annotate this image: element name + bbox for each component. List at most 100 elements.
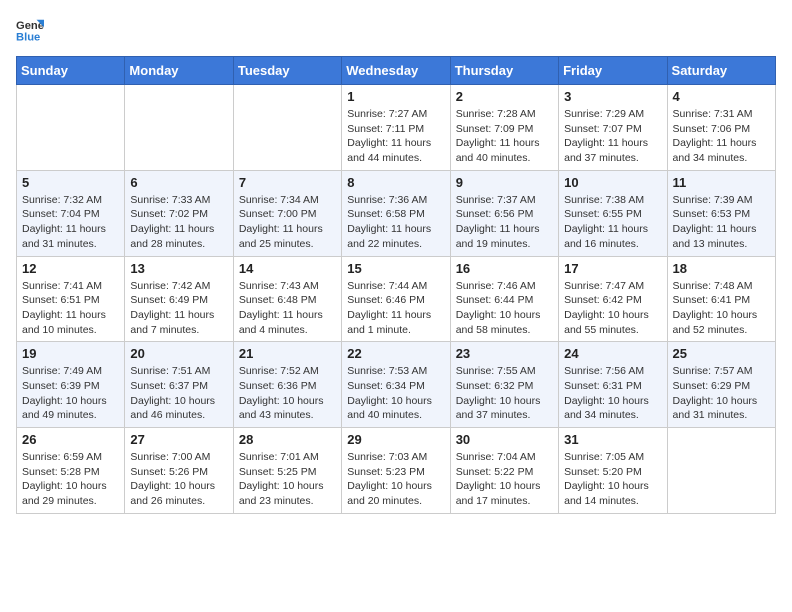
svg-text:Blue: Blue xyxy=(16,31,40,43)
day-info: Sunrise: 7:00 AM Sunset: 5:26 PM Dayligh… xyxy=(130,450,227,509)
day-info: Sunrise: 7:43 AM Sunset: 6:48 PM Dayligh… xyxy=(239,279,336,338)
calendar-cell: 29 Sunrise: 7:03 AM Sunset: 5:23 PM Dayli… xyxy=(342,428,450,514)
day-number: 27 xyxy=(130,432,227,447)
calendar-cell: 1Sunrise: 7:27 AM Sunset: 7:11 PM Daylig… xyxy=(342,85,450,171)
day-number: 7 xyxy=(239,175,336,190)
day-number: 22 xyxy=(347,346,444,361)
column-header-wednesday: Wednesday xyxy=(342,57,450,85)
calendar-week-row: 1Sunrise: 7:27 AM Sunset: 7:11 PM Daylig… xyxy=(17,85,776,171)
calendar-cell: 6 Sunrise: 7:33 AM Sunset: 7:02 PM Daylig… xyxy=(125,170,233,256)
calendar-cell: 9 Sunrise: 7:37 AM Sunset: 6:56 PM Daylig… xyxy=(450,170,558,256)
day-number: 30 xyxy=(456,432,553,447)
logo-icon: General Blue xyxy=(16,16,44,44)
calendar-week-row: 12 Sunrise: 7:41 AM Sunset: 6:51 PM Dayli… xyxy=(17,256,776,342)
calendar-week-row: 19 Sunrise: 7:49 AM Sunset: 6:39 PM Dayli… xyxy=(17,342,776,428)
day-info: Sunrise: 7:31 AM Sunset: 7:06 PM Dayligh… xyxy=(673,107,770,166)
calendar-cell: 28Sunrise: 7:01 AM Sunset: 5:25 PM Dayli… xyxy=(233,428,341,514)
day-number: 29 xyxy=(347,432,444,447)
calendar-cell: 26 Sunrise: 6:59 AM Sunset: 5:28 PM Dayli… xyxy=(17,428,125,514)
day-info: Sunrise: 7:44 AM Sunset: 6:46 PM Dayligh… xyxy=(347,279,444,338)
day-info: Sunrise: 7:47 AM Sunset: 6:42 PM Dayligh… xyxy=(564,279,661,338)
calendar-cell xyxy=(125,85,233,171)
calendar-cell xyxy=(17,85,125,171)
day-number: 16 xyxy=(456,261,553,276)
day-info: Sunrise: 7:52 AM Sunset: 6:36 PM Dayligh… xyxy=(239,364,336,423)
calendar-cell: 11 Sunrise: 7:39 AM Sunset: 6:53 PM Dayli… xyxy=(667,170,775,256)
day-info: Sunrise: 7:39 AM Sunset: 6:53 PM Dayligh… xyxy=(673,193,770,252)
calendar-cell: 19 Sunrise: 7:49 AM Sunset: 6:39 PM Dayli… xyxy=(17,342,125,428)
day-number: 28 xyxy=(239,432,336,447)
day-info: Sunrise: 7:27 AM Sunset: 7:11 PM Dayligh… xyxy=(347,107,444,166)
calendar-cell: 22 Sunrise: 7:53 AM Sunset: 6:34 PM Dayli… xyxy=(342,342,450,428)
calendar-cell: 15 Sunrise: 7:44 AM Sunset: 6:46 PM Dayli… xyxy=(342,256,450,342)
calendar-cell: 24 Sunrise: 7:56 AM Sunset: 6:31 PM Dayli… xyxy=(559,342,667,428)
day-info: Sunrise: 7:28 AM Sunset: 7:09 PM Dayligh… xyxy=(456,107,553,166)
column-header-saturday: Saturday xyxy=(667,57,775,85)
calendar-cell: 7 Sunrise: 7:34 AM Sunset: 7:00 PM Daylig… xyxy=(233,170,341,256)
day-info: Sunrise: 7:03 AM Sunset: 5:23 PM Dayligh… xyxy=(347,450,444,509)
day-info: Sunrise: 7:46 AM Sunset: 6:44 PM Dayligh… xyxy=(456,279,553,338)
calendar-cell: 8 Sunrise: 7:36 AM Sunset: 6:58 PM Daylig… xyxy=(342,170,450,256)
day-number: 14 xyxy=(239,261,336,276)
column-header-friday: Friday xyxy=(559,57,667,85)
calendar-week-row: 26 Sunrise: 6:59 AM Sunset: 5:28 PM Dayli… xyxy=(17,428,776,514)
day-info: Sunrise: 7:36 AM Sunset: 6:58 PM Dayligh… xyxy=(347,193,444,252)
day-number: 26 xyxy=(22,432,119,447)
calendar-cell: 31 Sunrise: 7:05 AM Sunset: 5:20 PM Dayli… xyxy=(559,428,667,514)
day-number: 19 xyxy=(22,346,119,361)
day-info: Sunrise: 7:32 AM Sunset: 7:04 PM Dayligh… xyxy=(22,193,119,252)
day-number: 17 xyxy=(564,261,661,276)
day-info: Sunrise: 7:49 AM Sunset: 6:39 PM Dayligh… xyxy=(22,364,119,423)
calendar-cell: 17 Sunrise: 7:47 AM Sunset: 6:42 PM Dayli… xyxy=(559,256,667,342)
day-number: 24 xyxy=(564,346,661,361)
day-number: 6 xyxy=(130,175,227,190)
day-info: Sunrise: 7:48 AM Sunset: 6:41 PM Dayligh… xyxy=(673,279,770,338)
day-number: 4 xyxy=(673,89,770,104)
day-number: 15 xyxy=(347,261,444,276)
day-number: 18 xyxy=(673,261,770,276)
calendar-header-row: SundayMondayTuesdayWednesdayThursdayFrid… xyxy=(17,57,776,85)
day-number: 9 xyxy=(456,175,553,190)
calendar-cell: 30 Sunrise: 7:04 AM Sunset: 5:22 PM Dayli… xyxy=(450,428,558,514)
day-info: Sunrise: 7:51 AM Sunset: 6:37 PM Dayligh… xyxy=(130,364,227,423)
day-info: Sunrise: 7:56 AM Sunset: 6:31 PM Dayligh… xyxy=(564,364,661,423)
day-info: Sunrise: 7:55 AM Sunset: 6:32 PM Dayligh… xyxy=(456,364,553,423)
day-number: 13 xyxy=(130,261,227,276)
day-info: Sunrise: 7:05 AM Sunset: 5:20 PM Dayligh… xyxy=(564,450,661,509)
day-number: 12 xyxy=(22,261,119,276)
day-number: 23 xyxy=(456,346,553,361)
calendar-cell: 10 Sunrise: 7:38 AM Sunset: 6:55 PM Dayli… xyxy=(559,170,667,256)
calendar-cell: 5 Sunrise: 7:32 AM Sunset: 7:04 PM Daylig… xyxy=(17,170,125,256)
day-number: 31 xyxy=(564,432,661,447)
column-header-thursday: Thursday xyxy=(450,57,558,85)
day-info: Sunrise: 7:41 AM Sunset: 6:51 PM Dayligh… xyxy=(22,279,119,338)
calendar-cell: 27 Sunrise: 7:00 AM Sunset: 5:26 PM Dayli… xyxy=(125,428,233,514)
day-info: Sunrise: 7:53 AM Sunset: 6:34 PM Dayligh… xyxy=(347,364,444,423)
day-info: Sunrise: 7:37 AM Sunset: 6:56 PM Dayligh… xyxy=(456,193,553,252)
day-info: Sunrise: 7:34 AM Sunset: 7:00 PM Dayligh… xyxy=(239,193,336,252)
day-info: Sunrise: 7:42 AM Sunset: 6:49 PM Dayligh… xyxy=(130,279,227,338)
calendar-cell: 16 Sunrise: 7:46 AM Sunset: 6:44 PM Dayli… xyxy=(450,256,558,342)
calendar-cell: 13 Sunrise: 7:42 AM Sunset: 6:49 PM Dayli… xyxy=(125,256,233,342)
calendar-cell: 12 Sunrise: 7:41 AM Sunset: 6:51 PM Dayli… xyxy=(17,256,125,342)
day-number: 10 xyxy=(564,175,661,190)
day-number: 8 xyxy=(347,175,444,190)
day-number: 11 xyxy=(673,175,770,190)
day-info: Sunrise: 7:29 AM Sunset: 7:07 PM Dayligh… xyxy=(564,107,661,166)
column-header-tuesday: Tuesday xyxy=(233,57,341,85)
day-number: 3 xyxy=(564,89,661,104)
day-info: Sunrise: 7:33 AM Sunset: 7:02 PM Dayligh… xyxy=(130,193,227,252)
day-number: 5 xyxy=(22,175,119,190)
column-header-monday: Monday xyxy=(125,57,233,85)
calendar: SundayMondayTuesdayWednesdayThursdayFrid… xyxy=(16,56,776,514)
day-info: Sunrise: 7:04 AM Sunset: 5:22 PM Dayligh… xyxy=(456,450,553,509)
day-number: 21 xyxy=(239,346,336,361)
calendar-cell xyxy=(667,428,775,514)
day-info: Sunrise: 7:57 AM Sunset: 6:29 PM Dayligh… xyxy=(673,364,770,423)
day-info: Sunrise: 7:38 AM Sunset: 6:55 PM Dayligh… xyxy=(564,193,661,252)
calendar-cell xyxy=(233,85,341,171)
day-info: Sunrise: 6:59 AM Sunset: 5:28 PM Dayligh… xyxy=(22,450,119,509)
calendar-cell: 2Sunrise: 7:28 AM Sunset: 7:09 PM Daylig… xyxy=(450,85,558,171)
logo: General Blue xyxy=(16,16,50,44)
calendar-cell: 21 Sunrise: 7:52 AM Sunset: 6:36 PM Dayli… xyxy=(233,342,341,428)
